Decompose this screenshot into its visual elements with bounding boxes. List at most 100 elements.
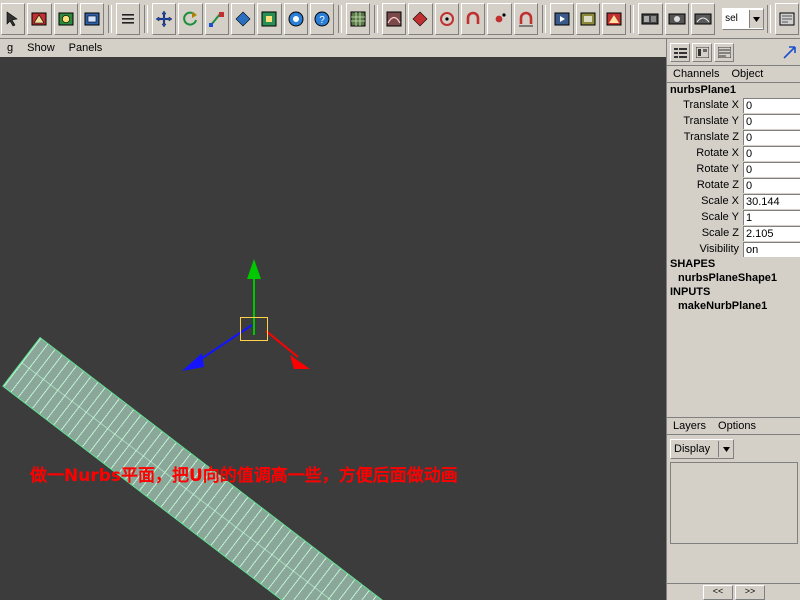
menu-options[interactable]: Options [712, 420, 762, 432]
select-tool-icon[interactable] [1, 3, 26, 35]
panel-menu-item-panels[interactable]: Panels [62, 42, 110, 54]
attr-label: Translate X [683, 99, 739, 111]
attr-label: Scale Z [701, 227, 739, 239]
blend-shape-icon[interactable] [690, 3, 716, 35]
perspective-viewport[interactable]: 做一Nurbs平面，把U向的值调高一些，方便后面做动画 persp [0, 57, 666, 600]
layer-type-select[interactable]: Display [670, 439, 734, 459]
attr-value-field[interactable]: 0 [743, 113, 800, 129]
soft-mod-icon[interactable] [230, 3, 256, 35]
maya-window: ? sel g Show Panels 做一Nurbs平面，把U向的值调高一些，… [0, 0, 800, 600]
channel-row-translate-z[interactable]: Translate Z 0 [667, 129, 800, 145]
toolbar-separator [766, 5, 771, 33]
scale-tool-icon[interactable] [204, 3, 229, 35]
expand-panel-icon[interactable] [780, 43, 798, 61]
toolbar-separator [374, 5, 378, 33]
snap-point-icon[interactable] [408, 3, 433, 35]
toolbar-separator [630, 5, 635, 33]
snap-curve-icon[interactable] [381, 3, 407, 35]
tool-settings-icon[interactable] [714, 42, 734, 62]
chevron-down-icon[interactable] [718, 441, 733, 457]
attr-value-field[interactable]: 0 [743, 161, 800, 177]
shapes-node-item[interactable]: nurbsPlaneShape1 [667, 271, 800, 285]
right-panel: Channels Object nurbsPlane1 Translate X … [666, 39, 800, 600]
render-view-icon[interactable] [664, 3, 689, 35]
inputs-node-item[interactable]: makeNurbPlane1 [667, 299, 800, 313]
svg-text:?: ? [319, 15, 325, 26]
panel-menu-item-show[interactable]: Show [20, 42, 62, 54]
channel-box: nurbsPlane1 Translate X 0 Translate Y 0 … [667, 83, 800, 418]
manipulator-z-axis-icon[interactable] [262, 325, 318, 377]
main-toolbar: ? sel [0, 0, 800, 39]
attr-value-field[interactable]: 0 [743, 145, 800, 161]
snap-grid-icon[interactable] [345, 3, 371, 35]
attr-value-field[interactable]: 0 [743, 129, 800, 145]
selection-mask-label: sel [725, 13, 738, 24]
channel-row-translate-y[interactable]: Translate Y 0 [667, 113, 800, 129]
toolbar-separator [541, 5, 546, 33]
magnet-point-icon[interactable] [487, 3, 512, 35]
channel-row-rotate-z[interactable]: Rotate Z 0 [667, 177, 800, 193]
channel-row-translate-x[interactable]: Translate X 0 [667, 97, 800, 113]
paint-select-icon[interactable] [53, 3, 78, 35]
move-tool-icon[interactable] [152, 3, 177, 35]
attribute-editor-icon[interactable] [692, 42, 712, 62]
panel-menu-item-g[interactable]: g [0, 42, 20, 54]
ipr-render-icon[interactable] [575, 3, 601, 35]
channel-row-rotate-x[interactable]: Rotate X 0 [667, 145, 800, 161]
panel-menu-bar: g Show Panels [0, 39, 666, 58]
show-manipulator-icon[interactable] [257, 3, 282, 35]
toolbar-separator [338, 5, 342, 33]
chevron-down-icon[interactable] [748, 10, 763, 28]
channel-row-scale-y[interactable]: Scale Y 1 [667, 209, 800, 225]
inputs-section-header: INPUTS [670, 286, 711, 298]
menu-channels[interactable]: Channels [667, 68, 725, 80]
selection-mask-select[interactable]: sel [722, 8, 764, 30]
channel-box-icon[interactable] [670, 42, 690, 62]
last-tool-icon[interactable] [283, 3, 308, 35]
attr-value-field[interactable]: 0 [743, 97, 800, 113]
layer-next-button[interactable]: >> [735, 584, 765, 600]
hypershade-icon[interactable] [638, 3, 663, 35]
snap-view-plane-icon[interactable] [434, 3, 459, 35]
channel-row-scale-z[interactable]: Scale Z 2.105 [667, 225, 800, 241]
attr-value-field[interactable]: 30.144 [743, 193, 800, 209]
layer-editor: Display [667, 435, 800, 573]
layer-list[interactable] [670, 462, 798, 544]
lasso-select-icon[interactable] [27, 3, 52, 35]
attr-label: Translate Y [683, 115, 739, 127]
layer-prev-button[interactable]: << [703, 584, 733, 600]
channel-box-menu-bar: Channels Object [667, 66, 800, 83]
attr-value-field[interactable]: 0 [743, 177, 800, 193]
menu-object[interactable]: Object [725, 68, 769, 80]
layer-type-label: Display [674, 443, 711, 455]
shapes-section-header: SHAPES [670, 258, 716, 270]
toolbar-separator [108, 5, 112, 33]
attr-label: Rotate Y [696, 163, 739, 175]
magnet-icon[interactable] [460, 3, 486, 35]
attr-label: Scale Y [701, 211, 739, 223]
move-snap-icon[interactable] [79, 3, 105, 35]
menu-layers[interactable]: Layers [667, 420, 712, 432]
channel-row-rotate-y[interactable]: Rotate Y 0 [667, 161, 800, 177]
attr-value-field[interactable]: 2.105 [743, 225, 800, 241]
render-globals-icon[interactable] [602, 3, 627, 35]
attr-label: Visibility [699, 243, 739, 255]
attr-label: Scale X [701, 195, 739, 207]
toolbar-separator [144, 5, 148, 33]
layer-editor-menu-bar: Layers Options [667, 418, 800, 435]
channel-row-visibility[interactable]: Visibility on [667, 241, 800, 257]
channel-box-node-name: nurbsPlane1 [670, 84, 737, 96]
help-icon[interactable]: ? [309, 3, 335, 35]
manipulator-center-handle[interactable] [240, 317, 268, 341]
rotate-tool-icon[interactable] [178, 3, 203, 35]
attr-label: Rotate Z [696, 179, 739, 191]
channel-box-icon-bar [667, 39, 800, 66]
attr-value-field[interactable]: on [743, 241, 800, 257]
attr-value-field[interactable]: 1 [743, 209, 800, 225]
list-menu-icon[interactable] [115, 3, 141, 35]
construction-plane-icon[interactable] [513, 3, 538, 35]
render-current-frame-icon[interactable] [549, 3, 574, 35]
attribute-editor-toggle-icon[interactable] [774, 3, 799, 35]
channel-row-scale-x[interactable]: Scale X 30.144 [667, 193, 800, 209]
attr-label: Translate Z [683, 131, 739, 143]
